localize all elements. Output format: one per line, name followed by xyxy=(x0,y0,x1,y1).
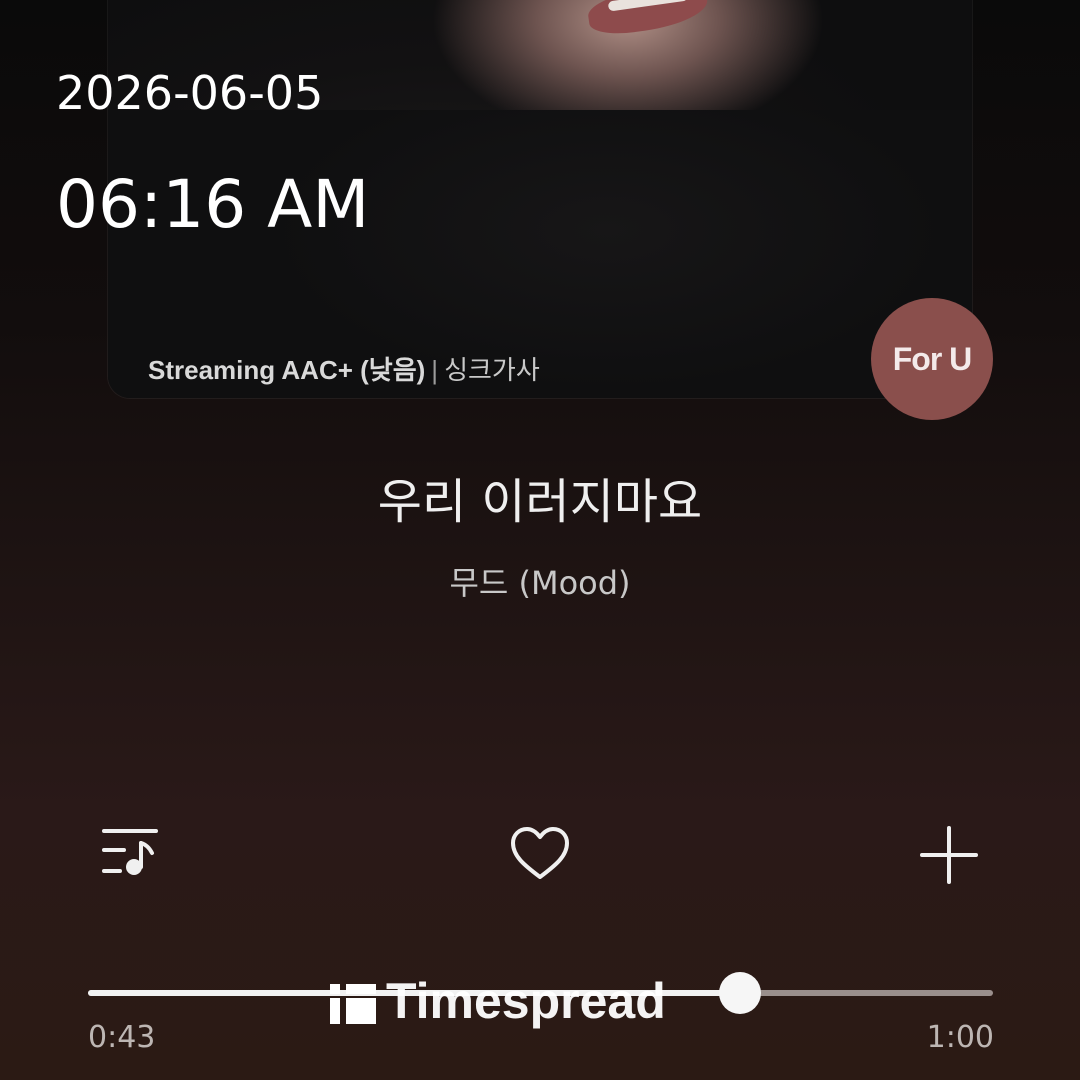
watermark: Timespread xyxy=(330,972,666,1030)
total-duration: 1:00 xyxy=(926,1020,994,1055)
stream-quality-label: Streaming AAC+ (낮음) | 싱크가사 xyxy=(148,350,540,387)
plus-icon[interactable] xyxy=(918,824,980,886)
track-title: 우리 이러지마요 xyxy=(377,474,703,530)
elapsed-time: 0:43 xyxy=(88,1020,156,1055)
date-display: 2026-06-05 xyxy=(56,66,324,120)
quality-text: Streaming AAC+ (낮음) xyxy=(148,355,426,385)
sync-lyrics-label[interactable]: 싱크가사 xyxy=(444,355,540,385)
playlist-music-icon[interactable] xyxy=(100,826,160,878)
track-artist[interactable]: 무드 (Mood) xyxy=(0,558,1080,604)
quality-separator: | xyxy=(431,355,439,385)
for-u-button[interactable]: For U xyxy=(871,298,993,420)
watermark-text: Timespread xyxy=(386,973,666,1029)
heart-outline-icon[interactable] xyxy=(508,826,572,882)
progress-thumb[interactable] xyxy=(718,972,761,1014)
time-display: 06:16 AM xyxy=(56,166,370,243)
timespread-logo-icon xyxy=(330,978,376,1024)
